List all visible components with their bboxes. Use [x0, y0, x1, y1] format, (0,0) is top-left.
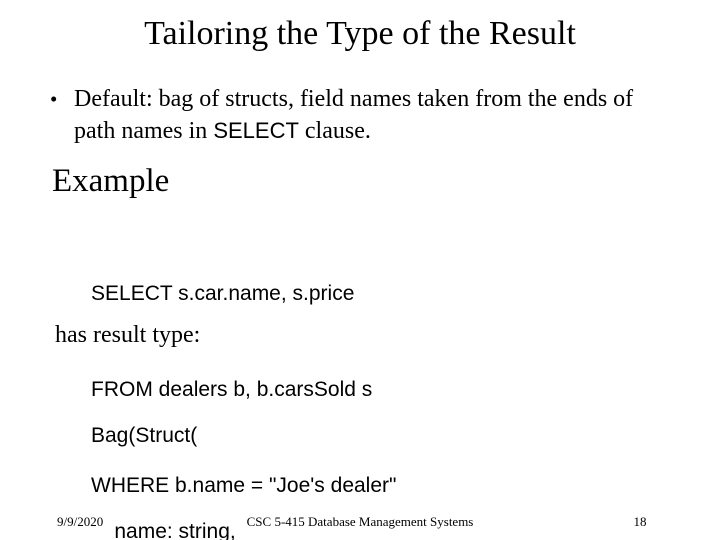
result-line-bag-struct: Bag(Struct( [91, 424, 198, 447]
bullet-point-icon: • [50, 87, 58, 111]
footer-course-title: CSC 5-415 Database Management Systems [246, 514, 474, 529]
page-title: Tailoring the Type of the Result [144, 15, 576, 52]
footer-date: 9/9/2020 [57, 514, 104, 529]
section-heading-example: Example [52, 163, 170, 199]
bullet-text-after: clause. [298, 118, 371, 144]
bullet-keyword-select: SELECT [213, 118, 299, 143]
slide-footer: 9/9/2020 CSC 5-415 Database Management S… [0, 510, 720, 540]
list-item: • Default: bag of structs, field names t… [50, 84, 670, 147]
footer-page-number: 18 [633, 514, 647, 529]
bullet-text: Default: bag of structs, field names tak… [74, 84, 670, 147]
sql-line-select: SELECT s.car.name, s.price [91, 282, 355, 305]
slide: Tailoring the Type of the Result • Defau… [0, 0, 720, 540]
bullet-list: • Default: bag of structs, field names t… [50, 84, 670, 147]
result-type-label: has result type: [55, 322, 201, 348]
